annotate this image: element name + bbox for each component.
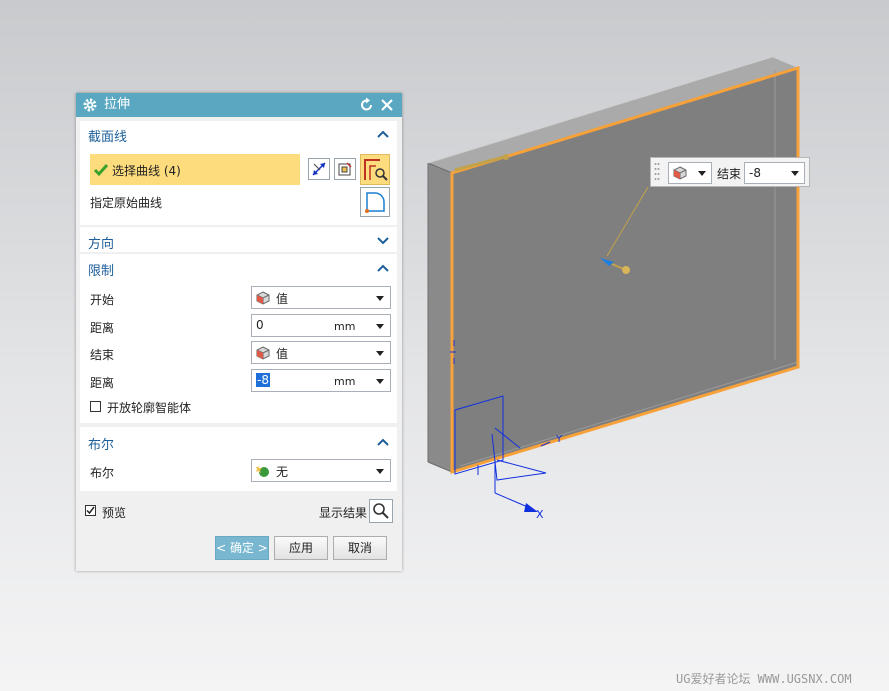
end-label: 结束 xyxy=(90,348,115,362)
dialog-title: 拉伸 xyxy=(104,97,131,112)
preview-label[interactable]: 预览 xyxy=(102,504,126,521)
start-mode-dropdown[interactable]: 值 xyxy=(251,286,391,309)
ok-button[interactable]: < 确定 > xyxy=(215,536,269,560)
close-icon[interactable] xyxy=(379,97,395,113)
specify-original-curve-label: 指定原始曲线 xyxy=(90,196,163,210)
magnifier-icon xyxy=(373,503,389,519)
watermark: UG爱好者论坛 WWW.UGSNX.COM xyxy=(676,672,852,686)
gear-icon[interactable] xyxy=(82,97,98,113)
select-curve-row[interactable]: 选择曲线 (4) xyxy=(90,154,300,185)
chevron-down-icon xyxy=(376,469,384,474)
boolean-value: 无 xyxy=(276,465,289,479)
section-curve-panel: 截面线 选择曲线 (4) 指定原始曲线 xyxy=(80,121,397,225)
onscreen-end-input: 结束 -8 xyxy=(650,157,810,187)
solid-left-face xyxy=(428,163,452,472)
start-distance-field[interactable]: 0 mm xyxy=(251,314,391,337)
onscreen-end-value[interactable]: -8 xyxy=(749,166,761,180)
open-profile-checkbox[interactable] xyxy=(90,401,101,412)
axis-y-label: Y xyxy=(555,434,563,445)
value-cube-icon xyxy=(673,166,687,180)
direction-title[interactable]: 方向 xyxy=(88,233,114,252)
limits-panel: 限制 开始 值 距离 0 mm 结束 值 距离 -8 mm 开放轮廓智能体 xyxy=(80,254,397,423)
boolean-title[interactable]: 布尔 xyxy=(88,434,114,453)
collapse-icon[interactable] xyxy=(377,263,389,273)
boolean-label: 布尔 xyxy=(90,466,115,480)
chevron-down-icon[interactable] xyxy=(376,379,384,384)
end-distance-field[interactable]: -8 mm xyxy=(251,369,391,392)
specify-original-curve-button[interactable] xyxy=(360,187,390,217)
end-mode-dropdown[interactable]: 值 xyxy=(251,341,391,364)
end-mode-dropdown[interactable] xyxy=(668,162,712,184)
direction-panel: 方向 xyxy=(80,227,397,252)
preview-checkbox[interactable] xyxy=(85,505,96,516)
reverse-direction-button[interactable] xyxy=(308,158,330,180)
show-result-button[interactable] xyxy=(369,499,393,523)
apply-button[interactable]: 应用 xyxy=(274,536,328,560)
section-curve-title[interactable]: 截面线 xyxy=(88,126,127,145)
boolean-panel: 布尔 布尔 无 xyxy=(80,427,397,491)
chevron-down-icon[interactable] xyxy=(376,324,384,329)
reset-icon[interactable] xyxy=(359,97,375,113)
open-profile-label[interactable]: 开放轮廓智能体 xyxy=(107,399,191,416)
limits-title[interactable]: 限制 xyxy=(88,260,114,279)
onscreen-end-value-field[interactable]: -8 xyxy=(744,162,805,184)
curve-select-icon xyxy=(364,159,388,181)
chevron-down-icon xyxy=(376,296,384,301)
select-curve-label: 选择曲线 (4) xyxy=(112,164,181,178)
dialog-titlebar[interactable]: 拉伸 xyxy=(76,93,402,117)
show-result-label: 显示结果 xyxy=(319,506,368,520)
sketch-section-button[interactable] xyxy=(334,158,356,180)
drag-grip-icon[interactable] xyxy=(654,162,660,182)
cancel-button[interactable]: 取消 xyxy=(333,536,387,560)
original-curve-icon xyxy=(365,192,385,213)
reverse-arrows-icon xyxy=(312,162,326,176)
collapse-icon[interactable] xyxy=(377,129,389,139)
value-cube-icon xyxy=(256,291,270,305)
sketch-icon xyxy=(338,162,352,176)
axis-x-label: X xyxy=(536,508,544,521)
end-mode-value: 值 xyxy=(276,347,289,361)
collapse-icon[interactable] xyxy=(377,437,389,447)
start-label: 开始 xyxy=(90,293,115,307)
extrude-dialog: 拉伸 截面线 选择曲线 (4) 指定原始曲线 方向 限制 开始 值 距离 0 m… xyxy=(76,93,402,571)
checkmark-icon xyxy=(86,506,95,515)
end-distance-value[interactable]: -8 xyxy=(256,373,270,387)
end-distance-unit: mm xyxy=(334,375,356,388)
curve-select-button[interactable] xyxy=(360,154,390,185)
boolean-none-icon xyxy=(256,465,269,477)
start-distance-label: 距离 xyxy=(90,321,115,335)
start-distance-value[interactable]: 0 xyxy=(256,318,264,332)
chevron-down-icon xyxy=(376,351,384,356)
start-distance-unit: mm xyxy=(334,320,356,333)
checkmark-icon xyxy=(94,164,108,177)
end-distance-label: 距离 xyxy=(90,376,115,390)
onscreen-end-label: 结束 xyxy=(717,167,742,181)
expand-icon[interactable] xyxy=(377,236,389,246)
boolean-dropdown[interactable]: 无 xyxy=(251,459,391,482)
value-cube-icon xyxy=(256,346,270,360)
start-mode-value: 值 xyxy=(276,292,289,306)
chevron-down-icon xyxy=(791,171,799,176)
chevron-down-icon xyxy=(698,171,706,176)
